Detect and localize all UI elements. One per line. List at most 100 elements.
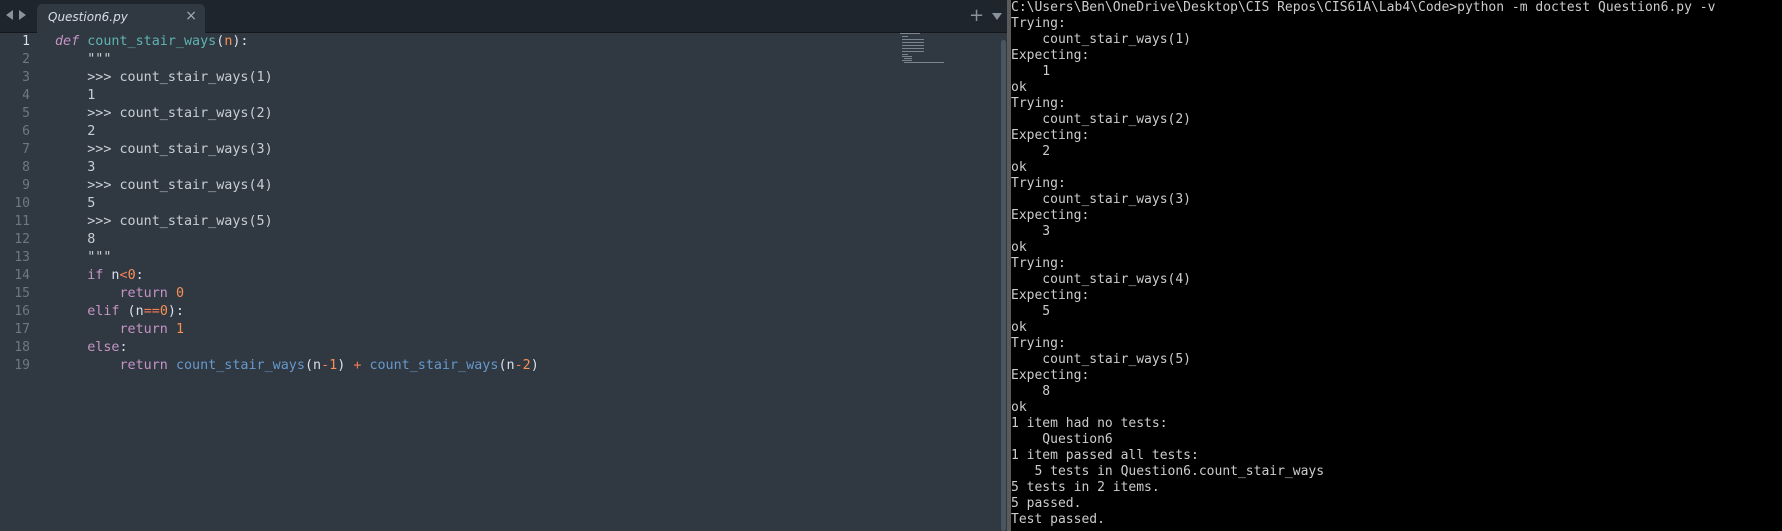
terminal-line: 1 item had no tests: (1011, 416, 1168, 431)
code-token: ) (337, 358, 354, 373)
code-token: - (321, 358, 330, 373)
line-number: 13 (14, 250, 30, 265)
code-token: >>> count_stair_ways(1) (55, 70, 273, 85)
minimap-line (900, 33, 920, 34)
code-token: def (55, 34, 80, 49)
line-number-gutter: 1 2 3 4 5 6 7 8 9 10 11 12 13 14 15 16 17 18 19 (0, 33, 44, 375)
minimap-line (902, 54, 908, 55)
terminal-line: Trying: (1011, 176, 1066, 191)
line-number: 16 (14, 304, 30, 319)
minimap-line (904, 58, 912, 59)
code-token: if (87, 268, 104, 283)
terminal-line: ok (1011, 400, 1027, 415)
terminal-line: Expecting: (1011, 288, 1090, 303)
minimap[interactable] (900, 33, 960, 78)
code-token: : (135, 268, 144, 283)
line-number: 11 (14, 214, 30, 229)
terminal-line: 8 (1011, 384, 1051, 399)
code-line: >>> count_stair_ways(1) (55, 69, 955, 87)
terminal-line: Question6 (1011, 432, 1113, 447)
code-line: else: (55, 339, 955, 357)
code-line: if n<0: (55, 267, 955, 285)
terminal-line: Trying: (1011, 96, 1066, 111)
minimap-line (902, 56, 912, 57)
line-number: 17 (14, 322, 30, 337)
code-token: : (119, 340, 128, 355)
terminal-line: 5 (1011, 304, 1051, 319)
code-token: count_stair_ways (369, 358, 499, 373)
code-token: 3 (55, 160, 96, 175)
code-line: elif (n==0): (55, 303, 955, 321)
minimap-line (902, 39, 924, 40)
minimap-line (904, 62, 944, 63)
terminal-line: count_stair_ways(1) (1011, 32, 1192, 47)
minimap-line (902, 60, 912, 61)
code-token: (n (304, 358, 322, 373)
code-token: 2 (522, 358, 531, 373)
code-line: 1 (55, 87, 955, 105)
plus-icon[interactable]: + (969, 5, 984, 26)
code-token: count_stair_ways (175, 358, 305, 373)
code-line: 2 (55, 123, 955, 141)
tab-question6[interactable]: Question6.py × (37, 4, 205, 33)
code-line: return 0 (55, 285, 955, 303)
arrow-left-icon[interactable] (6, 10, 13, 20)
code-token: count_stair_ways (87, 34, 217, 49)
code-token: 0 (159, 304, 168, 319)
code-line: >>> count_stair_ways(4) (55, 177, 955, 195)
terminal-line: count_stair_ways(4) (1011, 272, 1192, 287)
code-line: """ (55, 51, 955, 69)
terminal-window[interactable]: C:\Users\Ben\OneDrive\Desktop\CIS Repos\… (1007, 0, 1782, 531)
tab-label: Question6.py (48, 10, 128, 24)
arrow-right-icon[interactable] (19, 10, 26, 20)
minimap-line (902, 51, 924, 52)
code-token: return (119, 322, 168, 337)
code-token: 1 (55, 88, 96, 103)
line-number: 6 (22, 124, 30, 139)
close-icon[interactable]: × (185, 8, 197, 24)
code-token: 0 (127, 268, 136, 283)
code-token: elif (87, 304, 120, 319)
code-token: >>> count_stair_ways(2) (55, 106, 273, 121)
code-token: 8 (55, 232, 96, 247)
terminal-line: Test passed. (1011, 512, 1105, 527)
code-line: 3 (55, 159, 955, 177)
terminal-line: 5 tests in Question6.count_stair_ways (1011, 464, 1325, 479)
code-area[interactable]: def count_stair_ways(n): """ >>> count_s… (55, 33, 955, 375)
terminal-output: C:\Users\Ben\OneDrive\Desktop\CIS Repos\… (1011, 0, 1781, 528)
code-token: ): (232, 34, 249, 49)
code-token: """ (55, 250, 112, 265)
line-number: 5 (22, 106, 30, 121)
code-line: 8 (55, 231, 955, 249)
code-token: 1 (175, 322, 184, 337)
minimap-line (902, 42, 924, 43)
line-number: 10 (14, 196, 30, 211)
code-line: >>> count_stair_ways(3) (55, 141, 955, 159)
terminal-line: count_stair_ways(2) (1011, 112, 1192, 127)
terminal-line: Expecting: (1011, 48, 1090, 63)
terminal-line: Trying: (1011, 16, 1066, 31)
code-token: 1 (329, 358, 338, 373)
line-number: 14 (14, 268, 30, 283)
line-number: 8 (22, 160, 30, 175)
code-token: < (119, 268, 128, 283)
code-line: >>> count_stair_ways(5) (55, 213, 955, 231)
chevron-down-icon[interactable] (992, 13, 1002, 20)
code-token: ): (167, 304, 184, 319)
editor-scrollbar-thumb[interactable] (1001, 40, 1006, 531)
code-token: """ (55, 52, 112, 67)
minimap-line (902, 45, 924, 46)
code-editor[interactable]: Question6.py × + 1 2 3 4 5 6 7 8 9 10 11 12 13 14 15 16… (0, 0, 1007, 531)
tab-bar: Question6.py × + (0, 0, 1007, 33)
terminal-line: C:\Users\Ben\OneDrive\Desktop\CIS Repos\… (1011, 0, 1716, 15)
code-token: (n (498, 358, 515, 373)
terminal-line: ok (1011, 80, 1027, 95)
code-token: return (119, 286, 168, 301)
code-token: ) (530, 358, 539, 373)
